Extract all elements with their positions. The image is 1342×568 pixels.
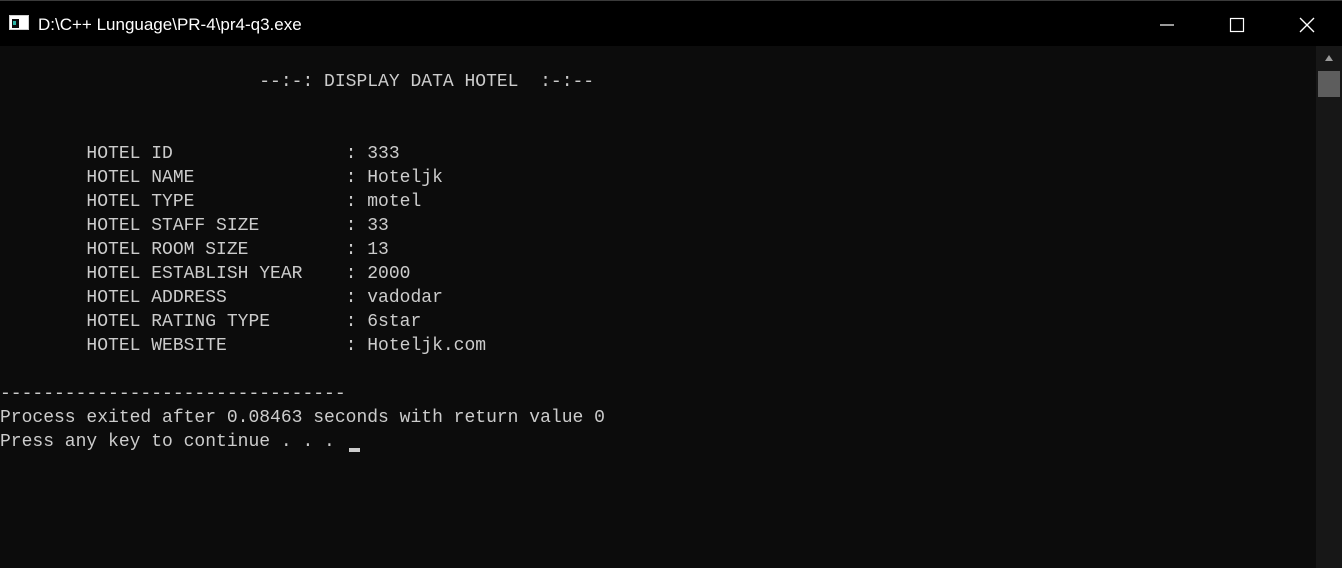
console-row-website: HOTEL WEBSITE : Hoteljk.com [0, 336, 487, 356]
console-row-staff-size: HOTEL STAFF SIZE : 33 [0, 216, 389, 236]
console-row-establish-year: HOTEL ESTABLISH YEAR : 2000 [0, 264, 411, 284]
text-cursor [349, 448, 360, 452]
console-app-icon[interactable] [9, 15, 29, 30]
console-row-rating-type: HOTEL RATING TYPE : 6star [0, 312, 422, 332]
maximize-button[interactable] [1202, 1, 1272, 47]
window-title: D:\C++ Lunguage\PR-4\pr4-q3.exe [38, 15, 302, 34]
title-bar[interactable]: D:\C++ Lunguage\PR-4\pr4-q3.exe [0, 0, 1342, 46]
minimize-button[interactable] [1132, 1, 1202, 47]
process-exit-message: Process exited after 0.08463 seconds wit… [0, 408, 605, 428]
console-row-address: HOTEL ADDRESS : vadodar [0, 288, 443, 308]
scroll-up-button[interactable] [1316, 46, 1342, 70]
scroll-up-arrow-icon [1325, 55, 1333, 61]
vertical-scrollbar[interactable] [1316, 46, 1342, 568]
console-row-hotel-name: HOTEL NAME : Hoteljk [0, 168, 443, 188]
console-heading: --:-: DISPLAY DATA HOTEL :-:-- [0, 72, 595, 92]
minimize-icon [1160, 24, 1174, 26]
close-button[interactable] [1272, 1, 1342, 47]
console-row-hotel-type: HOTEL TYPE : motel [0, 192, 422, 212]
console-window: D:\C++ Lunguage\PR-4\pr4-q3.exe --:-: DI… [0, 0, 1342, 568]
console-row-hotel-id: HOTEL ID : 333 [0, 144, 400, 164]
close-icon [1299, 17, 1315, 33]
maximize-icon [1229, 17, 1245, 33]
console-separator: -------------------------------- [0, 384, 346, 404]
console-row-room-size: HOTEL ROOM SIZE : 13 [0, 240, 389, 260]
console-output-area[interactable]: --:-: DISPLAY DATA HOTEL :-:-- HOTEL ID … [0, 46, 1316, 568]
scrollbar-thumb[interactable] [1318, 71, 1340, 97]
continue-prompt: Press any key to continue . . . [0, 432, 346, 452]
